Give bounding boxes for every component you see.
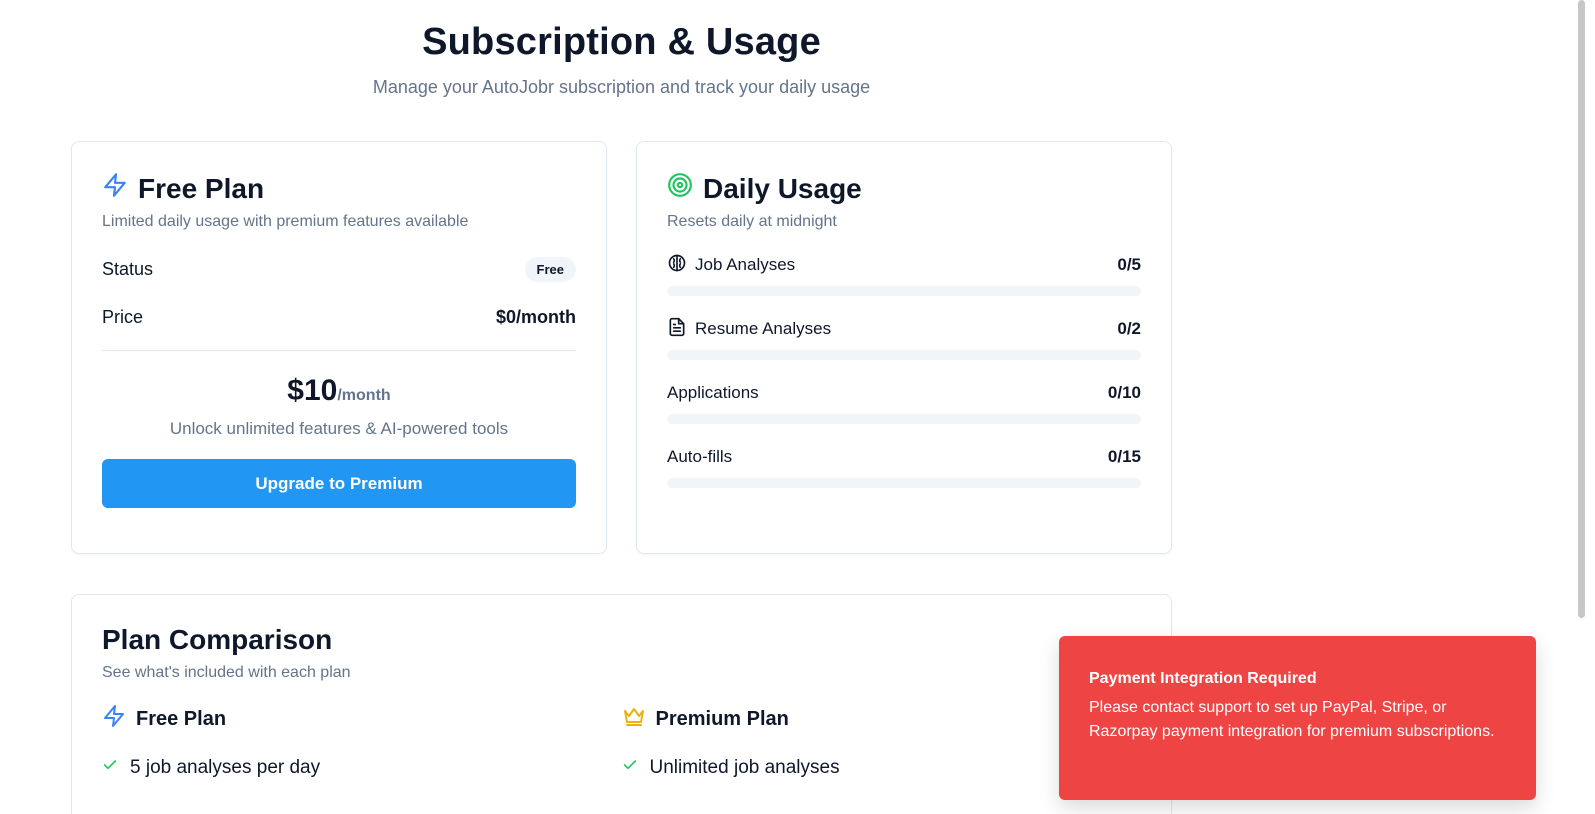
feature-item: 5 job analyses per day: [102, 757, 622, 779]
usage-progress-bar: [667, 286, 1141, 296]
premium-plan-title: Premium Plan: [655, 707, 789, 730]
price-label: Price: [102, 306, 144, 327]
usage-count: 0/10: [1107, 383, 1141, 402]
page-title: Subscription & Usage: [422, 21, 821, 63]
page-header: Subscription & Usage Manage your AutoJob…: [71, 0, 1172, 98]
price-row: Price $0/month: [102, 302, 576, 332]
usage-label: Job Analyses: [695, 255, 796, 274]
usage-item-applications: Applications 0/10: [667, 382, 1141, 424]
page-subtitle: Manage your AutoJobr subscription and tr…: [372, 77, 871, 97]
page-scrollbar[interactable]: [1568, 0, 1595, 814]
feature-text: Unlimited job analyses: [649, 757, 840, 778]
plan-card-title: Free Plan: [102, 172, 576, 206]
crown-icon: [622, 704, 646, 734]
free-plan-column: Free Plan 5 job analyses per day: [102, 705, 622, 779]
comparison-title: Plan Comparison: [102, 624, 333, 655]
usage-list: Job Analyses 0/5 Resume Analyses 0/2 App…: [667, 254, 1141, 488]
usage-count: 0/2: [1117, 319, 1141, 338]
usage-item-job-analyses: Job Analyses 0/5: [667, 254, 1141, 296]
usage-progress-bar: [667, 350, 1141, 360]
usage-count: 0/15: [1107, 447, 1141, 466]
price-value: $0/month: [495, 306, 576, 327]
plan-subtitle: Limited daily usage with premium feature…: [102, 213, 469, 230]
target-icon: [667, 172, 693, 206]
comparison-subtitle: See what's included with each plan: [102, 664, 351, 681]
plan-title-text: Free Plan: [138, 173, 265, 204]
free-plan-title: Free Plan: [136, 707, 227, 730]
error-toast[interactable]: Payment Integration Required Please cont…: [1059, 636, 1536, 800]
file-text-icon: [667, 317, 687, 342]
toast-message: Please contact support to set up PayPal,…: [1089, 699, 1495, 740]
scrollbar-thumb[interactable]: [1578, 0, 1585, 618]
upgrade-button[interactable]: Upgrade to Premium: [102, 459, 576, 508]
usage-label: Applications: [667, 383, 759, 402]
check-icon: [622, 757, 638, 779]
current-plan-card: Free Plan Limited daily usage with premi…: [71, 141, 607, 554]
zap-icon: [102, 704, 126, 734]
usage-subtitle: Resets daily at midnight: [667, 213, 837, 230]
status-row: Status Free: [102, 254, 576, 284]
zap-icon: [102, 172, 128, 206]
usage-item-auto-fills: Auto-fills 0/15: [667, 446, 1141, 488]
plan-comparison-card: Plan Comparison See what's included with…: [71, 594, 1172, 814]
usage-label: Auto-fills: [667, 447, 733, 466]
usage-progress-bar: [667, 414, 1141, 424]
premium-description: Unlock unlimited features & AI-powered t…: [169, 419, 509, 438]
usage-item-resume-analyses: Resume Analyses 0/2: [667, 317, 1141, 360]
daily-usage-card: Daily Usage Resets daily at midnight Job…: [636, 141, 1172, 554]
premium-price: $10: [287, 374, 338, 407]
usage-title-text: Daily Usage: [703, 173, 862, 204]
usage-count: 0/5: [1117, 255, 1141, 274]
brain-icon: [667, 253, 687, 278]
divider: [102, 350, 576, 351]
status-label: Status: [102, 258, 154, 279]
toast-title: Payment Integration Required: [1089, 670, 1317, 687]
feature-text: 5 job analyses per day: [130, 757, 321, 778]
premium-upsell: $10/month Unlock unlimited features & AI…: [102, 371, 576, 439]
usage-progress-bar: [667, 478, 1141, 488]
usage-label: Resume Analyses: [695, 319, 832, 338]
premium-period: /month: [337, 387, 391, 404]
usage-card-title: Daily Usage: [667, 172, 1141, 206]
status-badge: Free: [524, 256, 576, 282]
subscription-page: Subscription & Usage Manage your AutoJob…: [0, 0, 1595, 814]
check-icon: [102, 757, 118, 779]
